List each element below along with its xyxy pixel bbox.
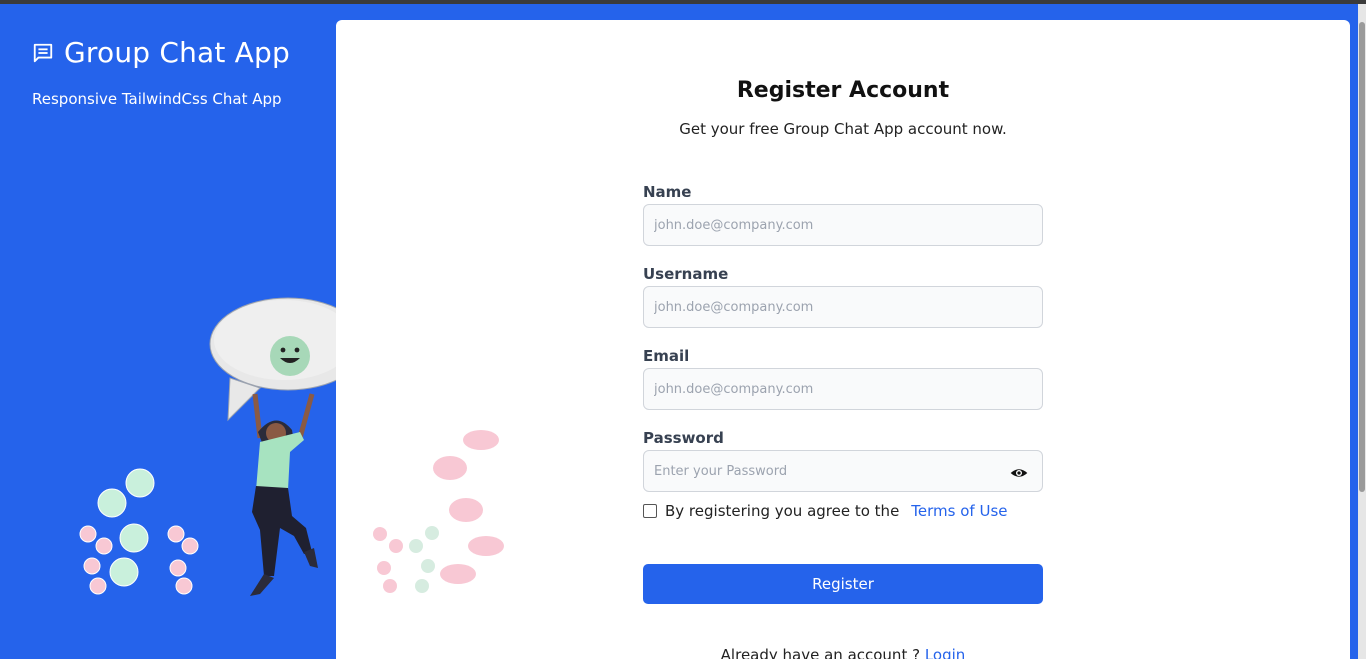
email-label: Email (643, 347, 690, 365)
login-prompt-line: Already have an account ? Login (643, 646, 1043, 659)
page-scrollbar[interactable] (1358, 4, 1366, 659)
app-title: Group Chat App (64, 36, 290, 69)
email-input[interactable] (643, 368, 1043, 410)
chat-message-icon (33, 43, 53, 62)
register-button[interactable]: Register (643, 564, 1043, 604)
name-label: Name (643, 183, 692, 201)
login-link[interactable]: Login (925, 646, 965, 659)
username-input[interactable] (643, 286, 1043, 328)
name-input[interactable] (643, 204, 1043, 246)
scrollbar-thumb[interactable] (1359, 22, 1365, 492)
browser-top-edge (0, 0, 1366, 4)
decorative-flowers (373, 430, 504, 593)
app-subtitle: Responsive TailwindCss Chat App (32, 90, 282, 108)
username-label: Username (643, 265, 729, 283)
terms-text: By registering you agree to the (665, 502, 900, 520)
terms-checkbox[interactable] (643, 504, 657, 518)
terms-link[interactable]: Terms of Use (911, 502, 1007, 520)
chat-illustration (79, 297, 367, 596)
eye-icon[interactable] (1009, 463, 1029, 483)
register-card: Register Account Get your free Group Cha… (336, 20, 1350, 659)
password-input[interactable] (643, 450, 1043, 492)
login-prompt: Already have an account ? (720, 646, 921, 659)
form-subtitle: Get your free Group Chat App account now… (679, 120, 1007, 138)
form-title: Register Account (736, 78, 950, 103)
brand-header: Group Chat App (32, 36, 290, 69)
password-label: Password (643, 429, 724, 447)
terms-row: By registering you agree to the Terms of… (643, 502, 1008, 520)
